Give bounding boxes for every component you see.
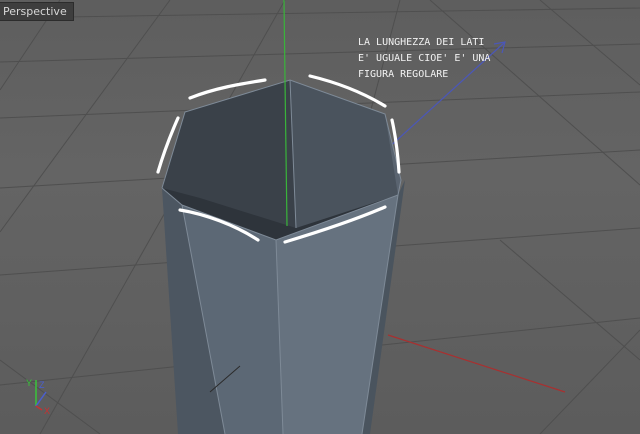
gizmo-z-axis bbox=[35, 391, 47, 407]
gizmo-x-axis bbox=[35, 405, 43, 411]
annotation-line-1: LA LUNGHEZZA DEI LATI bbox=[358, 37, 485, 48]
view-name-label[interactable]: Perspective bbox=[0, 2, 74, 21]
annotation-text: LA LUNGHEZZA DEI LATI E' UGUALE CIOE' E'… bbox=[358, 35, 508, 83]
3d-viewport[interactable]: Y Z X Perspective LA LUNGHEZZA DEI LATI … bbox=[0, 0, 640, 434]
gizmo-z-label: Z bbox=[39, 380, 45, 390]
annotation-line-2: E' UGUALE CIOE' E' UNA bbox=[358, 53, 491, 64]
annotation-line-3: FIGURA REGOLARE bbox=[358, 69, 449, 80]
gizmo-y-label: Y bbox=[26, 378, 32, 388]
gizmo-x-label: X bbox=[44, 406, 50, 416]
axes-gizmo: Y Z X bbox=[26, 378, 50, 416]
